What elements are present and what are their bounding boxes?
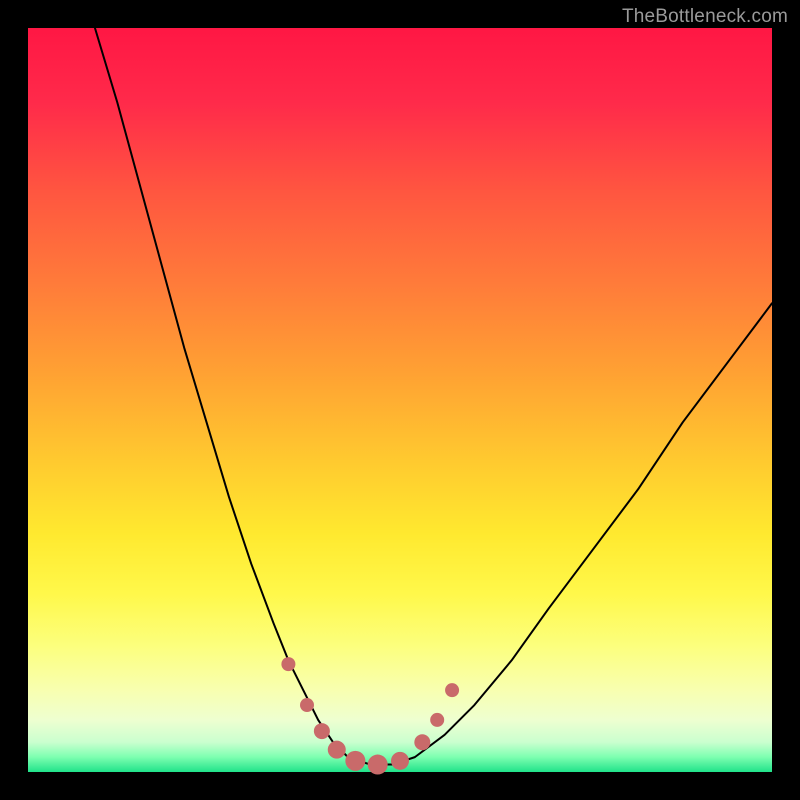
- chart-line-layer: [95, 28, 772, 765]
- chart-svg: [28, 28, 772, 772]
- data-marker-1: [300, 698, 314, 712]
- data-marker-9: [445, 683, 459, 697]
- watermark-text: TheBottleneck.com: [622, 6, 788, 28]
- data-marker-2: [314, 723, 330, 739]
- data-marker-8: [430, 713, 444, 727]
- chart-marker-layer: [281, 657, 459, 774]
- data-marker-0: [281, 657, 295, 671]
- data-marker-7: [414, 734, 430, 750]
- data-marker-4: [345, 751, 365, 771]
- chart-frame: TheBottleneck.com: [0, 0, 800, 800]
- curve-bottleneck-curve: [95, 28, 772, 765]
- data-marker-3: [328, 741, 346, 759]
- data-marker-6: [391, 752, 409, 770]
- data-marker-5: [368, 755, 388, 775]
- chart-plot-area: [28, 28, 772, 772]
